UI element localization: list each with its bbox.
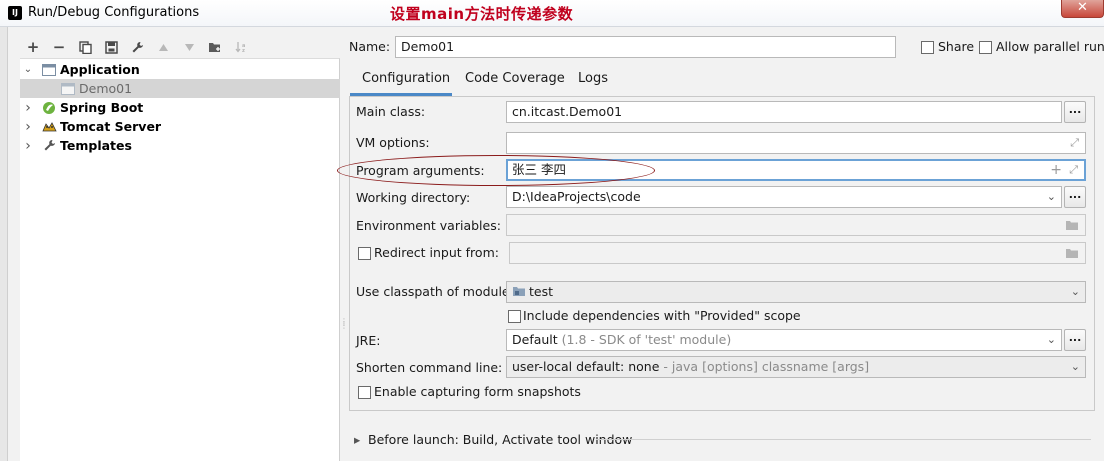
chevron-down-icon[interactable]: ⌄ (1071, 357, 1080, 377)
jre-hint: (1.8 - SDK of 'test' module) (561, 332, 732, 347)
tab-code-coverage[interactable]: Code Coverage (465, 71, 565, 86)
enable-snapshots-label: Enable capturing form snapshots (374, 384, 581, 399)
arrow-up-icon (158, 43, 168, 51)
tree-item-label: Tomcat Server (60, 119, 162, 134)
collapse-arrow-icon[interactable]: › (21, 100, 35, 116)
application-config-icon (60, 82, 76, 96)
intellij-app-icon: IJ (8, 6, 22, 20)
edit-defaults-button[interactable] (124, 37, 150, 57)
config-toolbar: + − az (20, 36, 254, 58)
add-macro-icon[interactable]: + (1050, 161, 1062, 179)
tree-item-label: Application (60, 62, 140, 77)
redirect-input-label: Redirect input from: (374, 245, 499, 260)
svg-text:z: z (242, 48, 245, 53)
include-dependencies-label: Include dependencies with "Provided" sco… (523, 308, 801, 323)
annotation-text: 设置main方法时传递参数 (390, 5, 574, 23)
environment-variables-input[interactable] (506, 214, 1086, 236)
remove-config-button[interactable]: − (46, 37, 72, 57)
config-tree: ⌄ Application Demo01 › Spring Boot › Tom… (20, 58, 340, 461)
tree-item-label: Spring Boot (60, 100, 144, 115)
tree-item-tomcat-server[interactable]: › Tomcat Server (20, 117, 340, 136)
copy-config-button[interactable] (72, 37, 98, 57)
vm-options-input[interactable]: ⤢ (506, 132, 1086, 154)
chevron-down-icon[interactable]: ⌄ (1071, 282, 1080, 302)
shorten-command-line-value: user-local default: none (512, 359, 660, 374)
folder-icon[interactable] (1065, 243, 1079, 263)
expand-icon[interactable]: ⤢ (1070, 133, 1079, 153)
tab-configuration[interactable]: Configuration (362, 71, 450, 86)
shorten-command-line-select[interactable]: user-local default: none - java [options… (506, 356, 1086, 378)
allow-parallel-checkbox[interactable] (979, 41, 992, 54)
save-config-button[interactable] (98, 37, 124, 57)
expand-arrow-icon[interactable]: ⌄ (21, 64, 35, 75)
share-checkbox[interactable] (921, 41, 934, 54)
jre-browse-button[interactable]: ... (1064, 329, 1086, 351)
main-class-label: Main class: (356, 104, 426, 119)
tree-item-application[interactable]: ⌄ Application (20, 60, 340, 79)
copy-icon (78, 40, 92, 54)
before-launch-toggle-icon[interactable]: ▸ (354, 432, 360, 447)
collapse-arrow-icon[interactable]: › (21, 138, 35, 154)
splitter-handle[interactable]: ⋮ ⋮ (340, 318, 348, 334)
collapse-arrow-icon[interactable]: › (21, 119, 35, 135)
redirect-input-checkbox[interactable] (358, 247, 371, 260)
add-config-button[interactable]: + (20, 37, 46, 57)
expand-icon[interactable]: ⤢ (1069, 161, 1078, 179)
save-icon (104, 40, 118, 54)
main-class-browse-button[interactable]: ... (1064, 101, 1086, 123)
before-launch-label[interactable]: Before launch: Build, Activate tool wind… (368, 432, 632, 447)
shorten-command-line-hint: - java [options] classname [args] (663, 359, 870, 374)
share-label: Share (938, 39, 975, 54)
tree-item-templates[interactable]: › Templates (20, 136, 340, 155)
chevron-down-icon[interactable]: ⌄ (1047, 330, 1056, 350)
folder-icon[interactable] (1065, 215, 1079, 235)
before-launch-separator (596, 439, 1091, 440)
redirect-input-field[interactable] (509, 242, 1086, 264)
name-label: Name: (349, 39, 391, 54)
spring-boot-icon (41, 101, 57, 115)
folder-plus-icon (209, 43, 220, 52)
include-dependencies-checkbox[interactable] (508, 310, 521, 323)
tree-item-spring-boot[interactable]: › Spring Boot (20, 98, 340, 117)
working-directory-label: Working directory: (356, 190, 471, 205)
working-directory-browse-button[interactable]: ... (1064, 186, 1086, 208)
application-icon (41, 63, 57, 77)
enable-snapshots-checkbox[interactable] (358, 386, 371, 399)
window-title: Run/Debug Configurations (28, 5, 200, 20)
highlight-oval (337, 155, 655, 186)
sort-icon: az (234, 42, 245, 53)
environment-variables-label: Environment variables: (356, 218, 501, 233)
jre-value: Default (512, 332, 558, 347)
main-class-input[interactable]: cn.itcast.Demo01 (506, 101, 1062, 123)
tree-item-label: Demo01 (79, 81, 133, 96)
tab-logs[interactable]: Logs (578, 71, 608, 86)
tree-item-label: Templates (60, 138, 132, 153)
classpath-module-label: Use classpath of module: (356, 284, 514, 299)
working-directory-input[interactable]: D:\IdeaProjects\code ⌄ (506, 186, 1062, 208)
jre-label: JRE: (356, 333, 381, 348)
allow-parallel-label: Allow parallel run (996, 39, 1104, 54)
classpath-module-select[interactable]: test ⌄ (506, 281, 1086, 303)
tree-item-demo01[interactable]: Demo01 (20, 79, 340, 98)
new-folder-button[interactable] (202, 37, 228, 57)
sort-configs-button[interactable]: az (228, 37, 254, 57)
vm-options-label: VM options: (356, 135, 430, 150)
move-up-button[interactable] (150, 37, 176, 57)
window-left-edge (0, 27, 8, 461)
wrench-icon (132, 41, 143, 52)
working-directory-value: D:\IdeaProjects\code (512, 189, 641, 204)
arrow-down-icon (184, 43, 194, 51)
title-bar: IJ Run/Debug Configurations 设置main方法时传递参… (0, 0, 1104, 27)
close-window-button[interactable]: ✕ (1061, 0, 1104, 18)
chevron-down-icon[interactable]: ⌄ (1047, 187, 1056, 207)
name-input[interactable]: Demo01 (395, 36, 896, 58)
classpath-module-value: test (529, 284, 554, 299)
jre-select[interactable]: Default (1.8 - SDK of 'test' module) ⌄ (506, 329, 1062, 351)
move-down-button[interactable] (176, 37, 202, 57)
shorten-command-line-label: Shorten command line: (356, 360, 503, 375)
module-folder-icon (513, 287, 525, 296)
tomcat-icon (41, 120, 57, 134)
wrench-icon (41, 139, 57, 153)
